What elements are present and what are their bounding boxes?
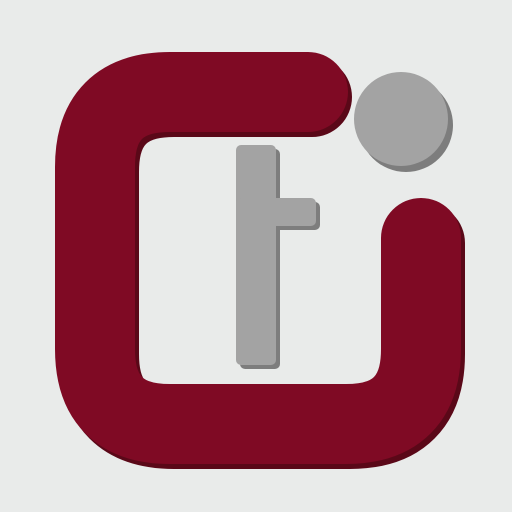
dot-shape	[354, 72, 453, 172]
app-icon-logo	[0, 0, 512, 512]
t-stem	[236, 145, 276, 365]
t-bar	[236, 198, 316, 226]
dot-main	[354, 72, 448, 166]
ct-logo-icon	[55, 52, 465, 469]
t-letter-shape	[236, 145, 320, 369]
